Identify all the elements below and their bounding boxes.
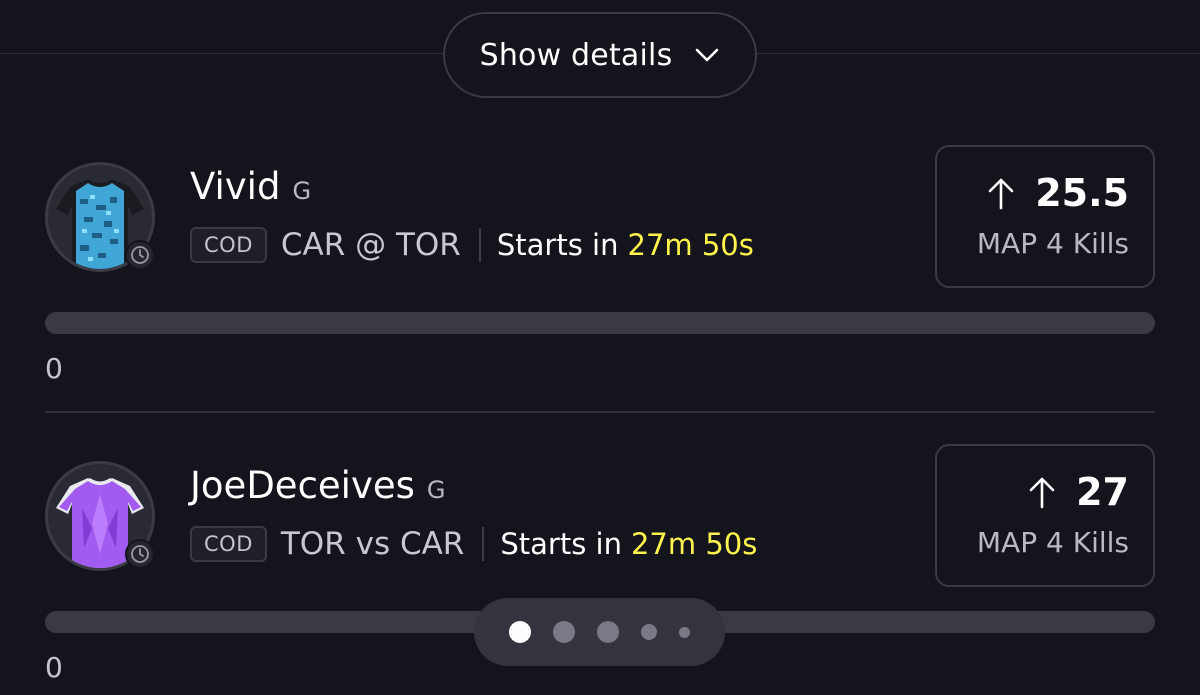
projection-box[interactable]: 25.5 MAP 4 Kills [935, 145, 1155, 288]
game-meta-row: COD CAR @ TOR Starts in 27m 50s [190, 227, 754, 263]
show-details-label: Show details [479, 37, 673, 73]
league-badge: COD [190, 526, 267, 562]
game-meta-row: COD TOR vs CAR Starts in 27m 50s [190, 526, 757, 562]
page-dot[interactable] [679, 626, 690, 638]
page-indicator[interactable] [474, 598, 725, 666]
matchup: CAR @ TOR [280, 227, 461, 263]
player-name-row: Vivid G [190, 165, 311, 208]
meta-separator [478, 228, 481, 262]
player-position: G [292, 177, 312, 205]
show-details-button[interactable]: Show details [443, 12, 757, 98]
clock-icon [131, 246, 149, 264]
arrow-up-icon [1029, 477, 1055, 509]
projection-line: 27 [1076, 470, 1129, 514]
projection-line: 25.5 [1035, 171, 1129, 215]
chevron-down-icon [696, 48, 719, 62]
stat-type: MAP 4 Kills [976, 526, 1129, 559]
player-name: Vivid [190, 165, 281, 208]
matchup: TOR vs CAR [280, 526, 465, 562]
countdown: 27m 50s [627, 228, 754, 262]
projection-box[interactable]: 27 MAP 4 Kills [935, 444, 1155, 587]
clock-badge [125, 539, 155, 569]
clock-badge [125, 240, 155, 270]
league-badge: COD [190, 227, 267, 263]
player-name: JoeDeceives [190, 464, 415, 507]
card-divider [45, 411, 1155, 413]
player-position: G [426, 476, 446, 504]
page-dot[interactable] [597, 621, 619, 643]
progress-bar [45, 312, 1155, 334]
page-dot[interactable] [509, 621, 531, 643]
meta-separator [482, 527, 485, 561]
progress-value: 0 [45, 651, 63, 684]
arrow-up-icon [988, 178, 1014, 210]
player-name-row: JoeDeceives G [190, 464, 446, 507]
clock-icon [131, 545, 149, 563]
countdown: 27m 50s [630, 527, 758, 561]
starts-label: Starts in [496, 228, 619, 262]
stat-type: MAP 4 Kills [976, 227, 1129, 260]
page-dot[interactable] [641, 624, 657, 640]
progress-value: 0 [45, 352, 63, 385]
starts-label: Starts in [500, 527, 622, 561]
page-dot[interactable] [553, 621, 575, 643]
